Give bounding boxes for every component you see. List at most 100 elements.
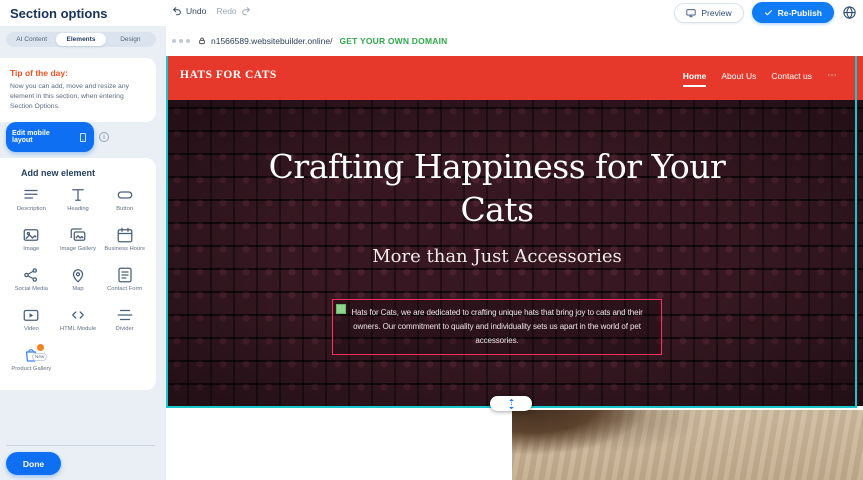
site-url: n1566589.websitebuilder.online/ — [211, 36, 332, 46]
undo-button[interactable]: Undo — [172, 6, 206, 16]
element-resize-handle[interactable] — [336, 304, 346, 314]
element-label: Video — [24, 326, 39, 333]
topbar-actions: Preview Re-Publish — [674, 2, 857, 23]
element-item-description[interactable]: Description — [8, 186, 55, 219]
redo-icon — [241, 6, 251, 16]
notification-dot — [37, 344, 44, 351]
info-icon[interactable]: i — [99, 132, 109, 142]
hero-content: Crafting Happiness for Your Cats More th… — [166, 100, 828, 406]
element-item-business-hours[interactable]: Business Hours — [101, 226, 148, 259]
element-item-image[interactable]: Image — [8, 226, 55, 259]
element-label: Image — [23, 246, 39, 253]
element-label: Image Gallery — [60, 246, 96, 253]
social-media-icon — [21, 266, 41, 284]
element-label: Heading — [67, 206, 89, 213]
selection-border-right — [855, 56, 857, 408]
element-label: Description — [17, 206, 46, 213]
element-item-html-module[interactable]: HTML Module — [55, 306, 102, 339]
editor-main-area: n1566589.websitebuilder.online/ GET YOUR… — [166, 26, 863, 480]
element-label: HTML Module — [60, 326, 96, 333]
hero-subheading[interactable]: More than Just Accessories — [297, 246, 697, 267]
republish-label: Re-Publish — [778, 8, 822, 18]
undo-redo-group: Undo Redo — [172, 6, 251, 16]
hero-section[interactable]: Crafting Happiness for Your Cats More th… — [166, 100, 863, 406]
element-label: Button — [116, 206, 133, 213]
business-hours-icon — [115, 226, 135, 244]
element-item-map[interactable]: Map — [55, 266, 102, 299]
element-item-social-media[interactable]: Social Media — [8, 266, 55, 299]
add-new-element-panel: Add new element Description Heading Butt… — [0, 158, 156, 390]
next-section-image[interactable] — [512, 410, 863, 480]
website-canvas: HATS FOR CATS Home About Us Contact us ⋯… — [166, 56, 863, 480]
browser-address-bar: n1566589.websitebuilder.online/ GET YOUR… — [166, 26, 863, 56]
video-icon — [21, 306, 41, 324]
republish-button[interactable]: Re-Publish — [752, 2, 834, 23]
window-dots-icon — [172, 39, 190, 43]
get-domain-link[interactable]: GET YOUR OWN DOMAIN — [339, 36, 447, 46]
tab-label: Design — [120, 36, 140, 43]
phone-icon — [78, 131, 88, 144]
site-logo[interactable]: HATS FOR CATS — [180, 69, 277, 81]
nav-more-icon[interactable]: ⋯ — [827, 70, 837, 81]
undo-icon — [172, 6, 182, 16]
tab-design[interactable]: Design — [106, 33, 155, 46]
element-label: Divider — [116, 326, 134, 333]
site-nav: Home About Us Contact us ⋯ — [683, 70, 837, 81]
heading-icon — [68, 186, 88, 204]
new-badge: New — [32, 353, 47, 361]
element-item-contact-form[interactable]: Contact Form — [101, 266, 148, 299]
image-icon — [21, 226, 41, 244]
redo-button[interactable]: Redo — [216, 6, 250, 16]
element-label: Social Media — [15, 286, 48, 293]
done-button[interactable]: Done — [6, 452, 61, 475]
selection-border-left — [166, 56, 168, 408]
element-grid: Description Heading Button Image Image G… — [8, 186, 148, 379]
tab-elements[interactable]: Elements — [56, 33, 105, 46]
top-toolbar: Section options Undo Redo Preview Re-Pub… — [0, 0, 863, 26]
section-resize-handle[interactable] — [490, 396, 532, 411]
nav-about-us[interactable]: About Us — [721, 71, 756, 81]
hero-paragraph[interactable]: Hats for Cats, we are dedicated to craft… — [332, 299, 662, 355]
panel-tabs: AI Content Elements Design — [6, 32, 156, 47]
element-item-divider[interactable]: Divider — [101, 306, 148, 339]
lock-icon — [198, 36, 206, 46]
element-label: Business Hours — [104, 246, 145, 253]
undo-label: Undo — [186, 6, 206, 16]
element-label: Map — [72, 286, 83, 293]
tip-body: Now you can add, move and resize any ele… — [10, 82, 146, 112]
tip-of-the-day-card: Tip of the day: Now you can add, move an… — [0, 58, 156, 122]
map-pin-icon — [68, 266, 88, 284]
check-icon — [764, 8, 773, 17]
add-new-element-title: Add new element — [21, 168, 148, 178]
contact-form-icon — [115, 266, 135, 284]
tab-ai-content[interactable]: AI Content — [7, 33, 56, 46]
nav-home[interactable]: Home — [683, 71, 707, 81]
vertical-resize-arrows-icon — [507, 398, 516, 410]
element-item-product-gallery[interactable]: New Product Gallery — [8, 346, 55, 379]
page-title: Section options — [10, 6, 108, 21]
tab-label: AI Content — [16, 36, 47, 43]
divider-icon — [115, 306, 135, 324]
code-icon — [68, 306, 88, 324]
edit-mobile-label: Edit mobile layout — [12, 130, 72, 144]
edit-mobile-layout-button[interactable]: Edit mobile layout — [6, 122, 94, 152]
language-globe-icon[interactable] — [842, 5, 857, 20]
site-header[interactable]: HATS FOR CATS Home About Us Contact us ⋯ — [166, 56, 863, 100]
text-lines-icon — [21, 186, 41, 204]
hero-paragraph-text: Hats for Cats, we are dedicated to craft… — [351, 308, 642, 345]
tab-label: Elements — [67, 36, 96, 43]
element-item-image-gallery[interactable]: Image Gallery — [55, 226, 102, 259]
element-item-heading[interactable]: Heading — [55, 186, 102, 219]
monitor-icon — [686, 8, 696, 18]
element-label: Product Gallery — [11, 366, 51, 373]
nav-contact-us[interactable]: Contact us — [771, 71, 812, 81]
tip-title: Tip of the day: — [10, 68, 146, 78]
hero-heading[interactable]: Crafting Happiness for Your Cats — [262, 146, 732, 232]
element-item-button[interactable]: Button — [101, 186, 148, 219]
preview-button[interactable]: Preview — [674, 3, 743, 23]
preview-label: Preview — [701, 8, 731, 18]
element-item-video[interactable]: Video — [8, 306, 55, 339]
sidebar-divider — [6, 445, 155, 446]
image-gallery-icon — [68, 226, 88, 244]
left-panel: AI Content Elements Design Tip of the da… — [0, 26, 166, 480]
